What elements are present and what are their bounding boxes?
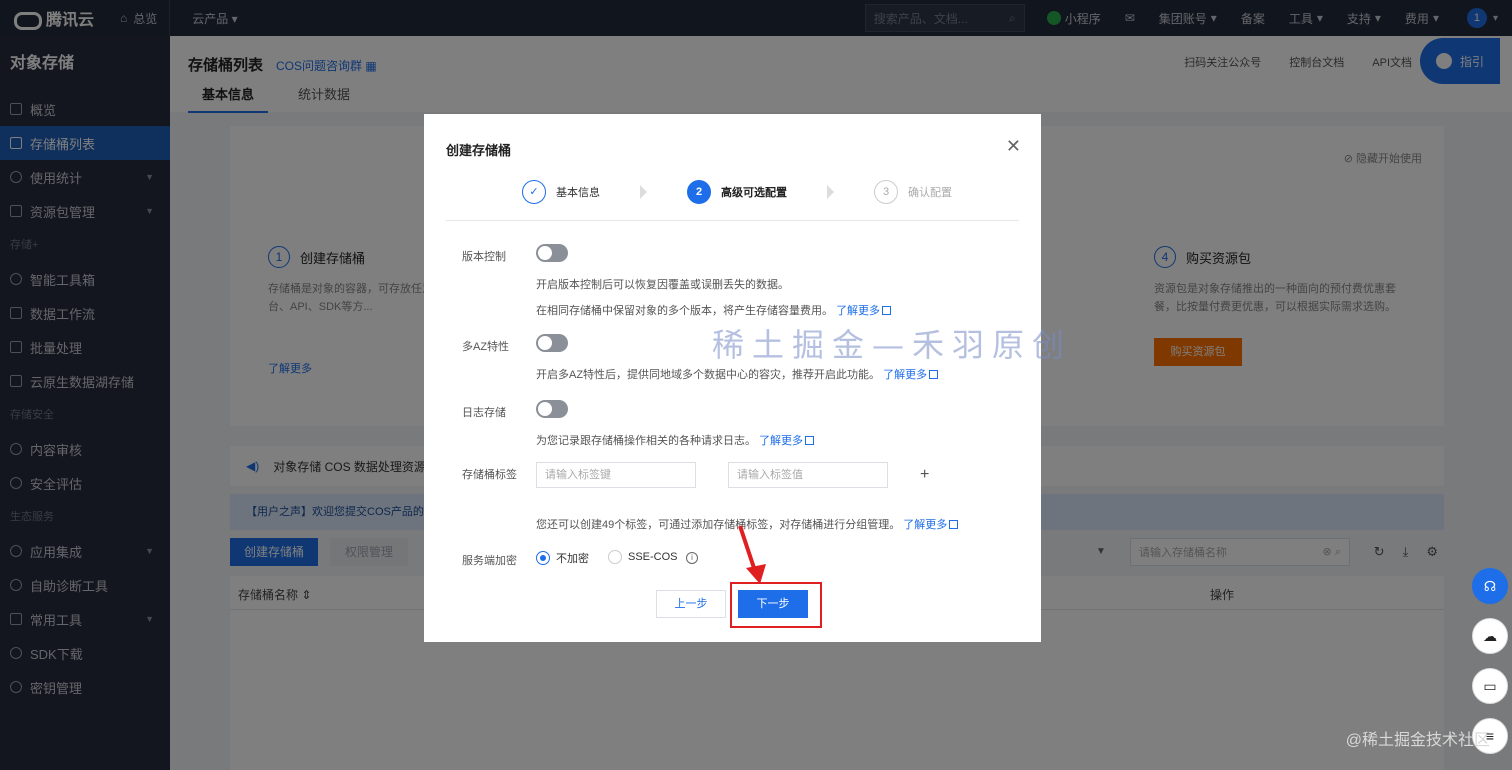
radio-button (608, 550, 622, 564)
versioning-hint-text: 在相同存储桶中保留对象的多个版本，将产生存储容量费用。 (536, 305, 833, 317)
learn-more-link[interactable]: 了解更多 (759, 435, 815, 447)
stepper: ✓ 基本信息 2 高级可选配置 3 确认配置 (522, 180, 952, 204)
learn-more-label: 了解更多 (883, 369, 928, 381)
logging-hint: 为您记录跟存储桶操作相关的各种请求日志。 了解更多 (536, 432, 815, 448)
watermark-text: 稀土掘金—禾羽原创 (712, 326, 1073, 364)
step-advanced-config: 2 高级可选配置 (687, 180, 787, 204)
step-number: 2 (687, 180, 711, 204)
encryption-label: 服务端加密 (462, 555, 517, 567)
close-icon[interactable]: ✕ (1006, 136, 1021, 157)
learn-more-label: 了解更多 (903, 519, 948, 531)
versioning-toggle[interactable] (536, 244, 568, 262)
encryption-option-sse-cos[interactable]: SSE-COS (608, 550, 678, 564)
tags-label: 存储桶标签 (462, 469, 517, 481)
multi-az-hint: 开启多AZ特性后，提供同地域多个数据中心的容灾，推荐开启此功能。 了解更多 (536, 366, 939, 382)
learn-more-link[interactable]: 了解更多 (836, 305, 892, 317)
cloud-icon[interactable]: ☁ (1472, 618, 1508, 654)
logging-label: 日志存储 (462, 407, 506, 419)
learn-more-link[interactable]: 了解更多 (903, 519, 959, 531)
logging-hint-text: 为您记录跟存储桶操作相关的各种请求日志。 (536, 435, 756, 447)
external-link-icon (949, 520, 959, 529)
logging-toggle[interactable] (536, 400, 568, 418)
radio-button (536, 551, 550, 565)
external-link-icon (929, 370, 939, 379)
radio-label: 不加密 (556, 553, 589, 565)
learn-more-link[interactable]: 了解更多 (883, 369, 939, 381)
support-headset-icon[interactable]: ☊ (1472, 568, 1508, 604)
chevron-right-icon (827, 185, 834, 199)
encryption-option-none[interactable]: 不加密 (536, 550, 589, 566)
divider (446, 220, 1019, 221)
create-bucket-dialog: 创建存储桶 ✕ ✓ 基本信息 2 高级可选配置 3 确认配置 版本控制 开启版本… (424, 114, 1064, 642)
site-watermark: @稀土掘金技术社区 (1345, 732, 1490, 749)
step-basic-info[interactable]: ✓ 基本信息 (522, 180, 600, 204)
external-link-icon (882, 306, 892, 315)
multi-az-toggle[interactable] (536, 334, 568, 352)
previous-step-button[interactable]: 上一步 (656, 590, 726, 618)
multi-az-label: 多AZ特性 (462, 341, 510, 353)
chevron-right-icon (640, 185, 647, 199)
dialog-title: 创建存储桶 (446, 143, 512, 158)
step-confirm: 3 确认配置 (874, 180, 952, 204)
tag-value-input[interactable]: 请输入标签值 (728, 462, 888, 488)
step-label: 高级可选配置 (721, 187, 787, 199)
tags-hint-text: 您还可以创建49个标签，可通过添加存储桶标签，对存储桶进行分组管理。 (536, 519, 901, 531)
versioning-label: 版本控制 (462, 251, 506, 263)
info-icon[interactable]: i (686, 552, 698, 564)
step-number: 3 (874, 180, 898, 204)
learn-more-label: 了解更多 (759, 435, 804, 447)
check-icon: ✓ (522, 180, 546, 204)
radio-label: SSE-COS (628, 551, 678, 563)
step-label: 基本信息 (556, 187, 600, 199)
multi-az-hint-text: 开启多AZ特性后，提供同地域多个数据中心的容灾，推荐开启此功能。 (536, 369, 881, 381)
book-icon[interactable]: ▭ (1472, 668, 1508, 704)
step-label: 确认配置 (908, 187, 952, 199)
next-step-button[interactable]: 下一步 (738, 590, 808, 618)
tag-key-input[interactable]: 请输入标签键 (536, 462, 696, 488)
annotation-arrow (738, 525, 766, 584)
versioning-hint-2: 在相同存储桶中保留对象的多个版本，将产生存储容量费用。 了解更多 (536, 302, 892, 318)
versioning-hint: 开启版本控制后可以恢复因覆盖或误删丢失的数据。 (536, 279, 789, 291)
learn-more-label: 了解更多 (836, 305, 881, 317)
add-tag-icon[interactable]: + (920, 466, 929, 484)
external-link-icon (805, 436, 815, 445)
